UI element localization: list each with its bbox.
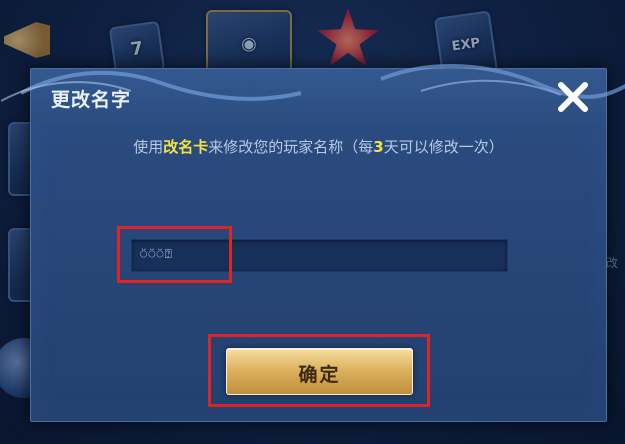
days-count: 3: [373, 138, 384, 156]
close-button[interactable]: [553, 77, 593, 117]
confirm-label: 确定: [298, 364, 341, 386]
instructions-middle: 来修改您的玩家名称（每: [208, 138, 374, 156]
dialog-title: 更改名字: [51, 89, 132, 111]
close-x-icon: [558, 82, 588, 112]
rename-instructions: 使用改名卡来修改您的玩家名称（每3天可以修改一次）: [31, 136, 606, 157]
confirm-button[interactable]: 确定: [226, 348, 413, 395]
name-input[interactable]: ⍥⍥⍥⍰: [131, 239, 508, 272]
instructions-prefix: 使用: [133, 138, 164, 156]
rename-card-name: 改名卡: [163, 138, 209, 156]
instructions-suffix: 天可以修改一次）: [383, 138, 504, 156]
game-screen: 7 ◉ EXP 改 更改名字 使用改名卡来修改您的玩家名称（每3天可以修改一次）: [0, 0, 625, 444]
name-input-value: ⍥⍥⍥⍰: [140, 247, 173, 261]
rename-dialog: 更改名字 使用改名卡来修改您的玩家名称（每3天可以修改一次） ⍥⍥⍥⍰ 确定: [1, 64, 625, 422]
